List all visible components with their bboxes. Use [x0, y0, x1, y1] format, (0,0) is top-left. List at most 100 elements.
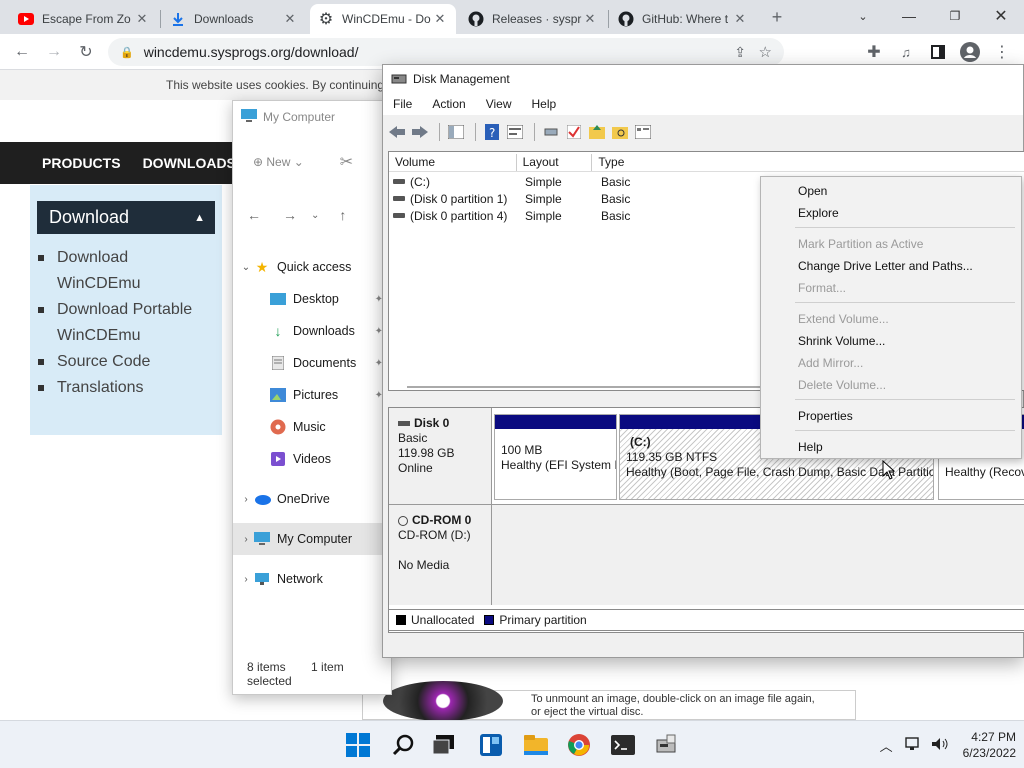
minimize-button[interactable]: — [886, 0, 932, 32]
share-icon[interactable]: ⇪ [734, 44, 746, 61]
close-tab-icon[interactable]: ✕ [432, 11, 448, 27]
download-icon [170, 11, 186, 27]
disk-management-taskbar-icon[interactable] [653, 731, 681, 759]
connect-icon[interactable] [541, 123, 561, 141]
nav-downloads[interactable]: DOWNLOADS [143, 155, 236, 171]
recent-dropdown-icon[interactable]: ⌄ [311, 210, 319, 221]
disk-management-titlebar[interactable]: Disk Management [383, 65, 1023, 93]
volume-row[interactable]: (Disk 0 partition 1) Simple Basic [389, 190, 675, 207]
cdrom0-info[interactable]: CD-ROM 0 CD-ROM (D:) No Media [389, 505, 492, 605]
explorer-title: My Computer [263, 110, 336, 124]
nav-pictures[interactable]: Pictures ✦ [233, 379, 391, 411]
menu-item-shrink-volume[interactable]: Shrink Volume... [761, 330, 1021, 352]
back-button[interactable]: ← [10, 40, 34, 64]
media-control-icon[interactable]: ♫ [894, 40, 918, 64]
list-view-icon[interactable] [633, 123, 653, 141]
nav-my-computer[interactable]: › My Computer [233, 523, 391, 555]
menu-action[interactable]: Action [422, 97, 475, 111]
close-window-button[interactable]: ✕ [978, 0, 1024, 32]
task-view-icon[interactable] [430, 731, 458, 759]
new-tab-button[interactable]: + [765, 5, 789, 29]
nav-music[interactable]: Music [233, 411, 391, 443]
file-explorer-taskbar-icon[interactable] [522, 731, 550, 759]
link-download-portable[interactable]: Download Portable WinCDEmu [38, 297, 218, 349]
back-arrow-icon[interactable]: ← [247, 207, 261, 223]
nav-desktop[interactable]: Desktop ✦ [233, 283, 391, 315]
folder-up-icon[interactable] [587, 123, 607, 141]
nav-videos[interactable]: Videos [233, 443, 391, 475]
nav-onedrive[interactable]: › OneDrive [233, 483, 391, 515]
menu-view[interactable]: View [476, 97, 522, 111]
computer-icon [241, 108, 257, 126]
menu-item-change-drive-letter[interactable]: Change Drive Letter and Paths... [761, 255, 1021, 277]
close-tab-icon[interactable]: ✕ [282, 11, 298, 27]
horizontal-scrollbar[interactable] [407, 386, 767, 388]
browser-tab-github[interactable]: GitHub: Where t ✕ [610, 4, 756, 34]
up-arrow-icon[interactable]: ↑ [339, 207, 346, 223]
menu-item-help[interactable]: Help [761, 436, 1021, 458]
forward-arrow-icon[interactable]: → [283, 207, 297, 223]
column-type[interactable]: Type [592, 154, 1024, 171]
widgets-icon[interactable] [477, 731, 505, 759]
check-icon[interactable] [564, 123, 584, 141]
nav-downloads[interactable]: ↓ Downloads ✦ [233, 315, 391, 347]
show-hide-tree-icon[interactable] [446, 123, 466, 141]
volume-icon[interactable] [931, 737, 949, 754]
properties-view-icon[interactable] [505, 123, 525, 141]
link-download-wincdemu[interactable]: Download WinCDEmu [38, 245, 218, 297]
search-icon[interactable] [389, 731, 417, 759]
nav-network[interactable]: › Network [233, 563, 391, 595]
tab-title: Releases · syspr [492, 12, 582, 26]
link-source-code[interactable]: Source Code [38, 349, 218, 375]
profile-avatar-icon[interactable] [958, 40, 982, 64]
link-translations[interactable]: Translations [38, 375, 218, 401]
close-tab-icon[interactable]: ✕ [134, 11, 150, 27]
browser-tab-releases[interactable]: Releases · syspr ✕ [460, 4, 606, 34]
new-button[interactable]: ⊕ New ⌄ [253, 155, 304, 169]
nav-quick-access[interactable]: ⌄ ★ Quick access [233, 251, 391, 283]
menu-help[interactable]: Help [522, 97, 567, 111]
videos-icon [269, 450, 287, 468]
partition-efi[interactable]: 100 MB Healthy (EFI System I [494, 414, 617, 500]
browser-tab-youtube[interactable]: Escape From Zo ✕ [10, 4, 158, 34]
forward-button[interactable]: → [42, 40, 66, 64]
chevron-up-icon[interactable]: ︿ [880, 736, 893, 755]
column-volume[interactable]: Volume [389, 154, 517, 171]
extensions-icon[interactable]: ✚ [862, 40, 886, 64]
chrome-taskbar-icon[interactable] [565, 731, 593, 759]
download-heading[interactable]: Download ▲ [37, 201, 215, 234]
forward-arrow-icon[interactable] [410, 123, 430, 141]
help-icon[interactable]: ? [482, 123, 502, 141]
menu-item-open[interactable]: Open [761, 180, 1021, 202]
address-bar[interactable]: 🔒 wincdemu.sysprogs.org/download/ ⇪ ☆ [108, 38, 784, 66]
restore-button[interactable]: ❐ [932, 0, 978, 32]
terminal-taskbar-icon[interactable] [609, 731, 637, 759]
volume-row[interactable]: (Disk 0 partition 4) Simple Basic [389, 207, 675, 224]
cut-icon[interactable]: ✂ [340, 152, 353, 172]
chrome-menu-icon[interactable]: ⋮ [990, 40, 1014, 64]
menu-file[interactable]: File [383, 97, 422, 111]
tab-search-button[interactable]: ⌄ [840, 0, 886, 32]
explorer-titlebar[interactable]: My Computer [233, 101, 391, 133]
column-layout[interactable]: Layout [517, 154, 593, 171]
start-button[interactable] [344, 731, 372, 759]
nav-documents[interactable]: Documents ✦ [233, 347, 391, 379]
cdrom-empty-area[interactable] [492, 505, 1024, 605]
browser-tab-wincdemu[interactable]: ⚙ WinCDEmu - Do ✕ [310, 4, 456, 34]
bookmark-star-icon[interactable]: ☆ [759, 43, 772, 61]
nav-products[interactable]: PRODUCTS [42, 155, 121, 171]
caret-up-icon: ▲ [194, 211, 205, 224]
folder-search-icon[interactable] [610, 123, 630, 141]
close-tab-icon[interactable]: ✕ [732, 11, 748, 27]
network-tray-icon[interactable] [904, 736, 923, 754]
reload-button[interactable]: ↻ [74, 40, 98, 64]
menu-item-properties[interactable]: Properties [761, 405, 1021, 427]
volume-row[interactable]: (C:) Simple Basic [389, 173, 675, 190]
menu-item-explore[interactable]: Explore [761, 202, 1021, 224]
disk0-info[interactable]: Disk 0 Basic 119.98 GB Online [389, 408, 492, 504]
browser-tab-downloads[interactable]: Downloads ✕ [162, 4, 306, 34]
side-panel-icon[interactable] [926, 40, 950, 64]
close-tab-icon[interactable]: ✕ [582, 11, 598, 27]
clock[interactable]: 4:27 PM 6/23/2022 [963, 729, 1016, 761]
back-arrow-icon[interactable] [387, 123, 407, 141]
